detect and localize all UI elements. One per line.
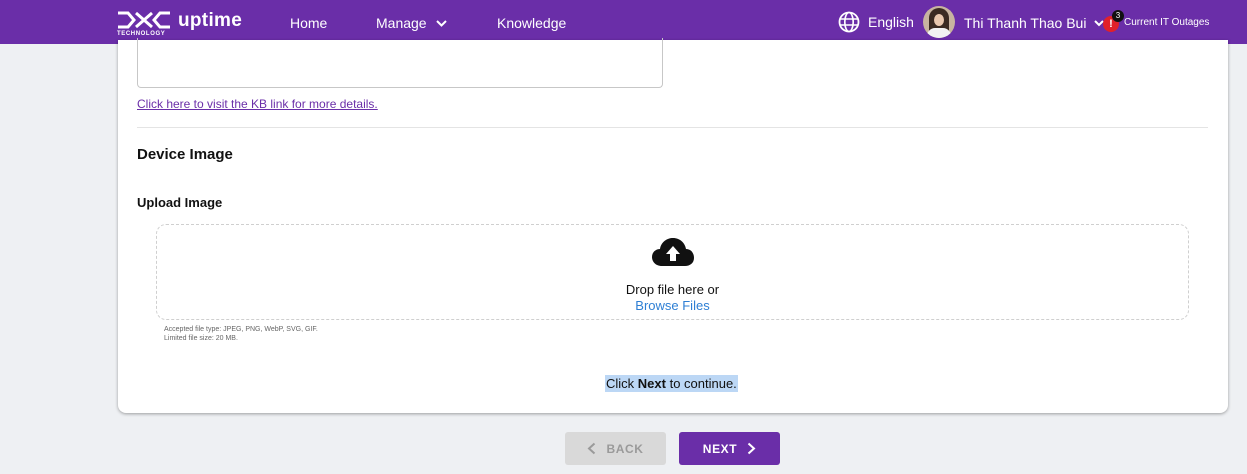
description-textarea[interactable] [137, 38, 663, 88]
nav-manage-label: Manage [376, 15, 427, 31]
nav-home[interactable]: Home [290, 15, 327, 31]
upload-image-label: Upload Image [137, 195, 223, 210]
cloud-upload-icon [652, 238, 694, 266]
continue-suffix: to continue. [665, 376, 737, 391]
file-size-limit: Limited file size: 20 MB. [164, 335, 238, 342]
next-label: NEXT [702, 441, 738, 456]
back-label: BACK [606, 441, 644, 456]
chevron-down-icon [436, 20, 448, 27]
language-selector[interactable]: English [838, 11, 914, 33]
back-button[interactable]: BACK [565, 432, 666, 465]
logo-tagline: TECHNOLOGY [117, 31, 166, 37]
nav-knowledge[interactable]: Knowledge [497, 15, 566, 31]
user-menu[interactable]: Thi Thanh Thao Bui [964, 15, 1105, 31]
chevron-right-icon [748, 442, 756, 455]
globe-icon [838, 11, 860, 33]
chevron-left-icon [587, 442, 596, 455]
dxc-logo-mark [118, 11, 170, 29]
outage-label: Current IT Outages [1124, 17, 1210, 28]
app-name: uptime [178, 10, 243, 31]
browse-files-link[interactable]: Browse Files [157, 298, 1188, 313]
avatar[interactable] [923, 6, 955, 38]
file-requirements: Accepted file type: JPEG, PNG, WebP, SVG… [164, 325, 318, 343]
continue-instruction: Click Next to continue. [605, 375, 738, 392]
outage-count-badge: 3 [1112, 10, 1124, 22]
device-image-title: Device Image [137, 146, 233, 163]
language-label: English [868, 14, 914, 30]
user-name: Thi Thanh Thao Bui [964, 15, 1087, 31]
kb-link[interactable]: Click here to visit the KB link for more… [137, 97, 378, 111]
drop-file-text: Drop file here or [625, 282, 720, 297]
form-card: Click here to visit the KB link for more… [118, 38, 1228, 413]
continue-prefix: Click [606, 376, 638, 391]
section-divider [137, 127, 1208, 128]
accepted-file-types: Accepted file type: JPEG, PNG, WebP, SVG… [164, 326, 318, 333]
next-button[interactable]: NEXT [679, 432, 780, 465]
continue-bold: Next [637, 376, 666, 391]
file-dropzone[interactable]: Drop file here or Browse Files [156, 224, 1189, 320]
nav-manage[interactable]: Manage [376, 15, 448, 31]
